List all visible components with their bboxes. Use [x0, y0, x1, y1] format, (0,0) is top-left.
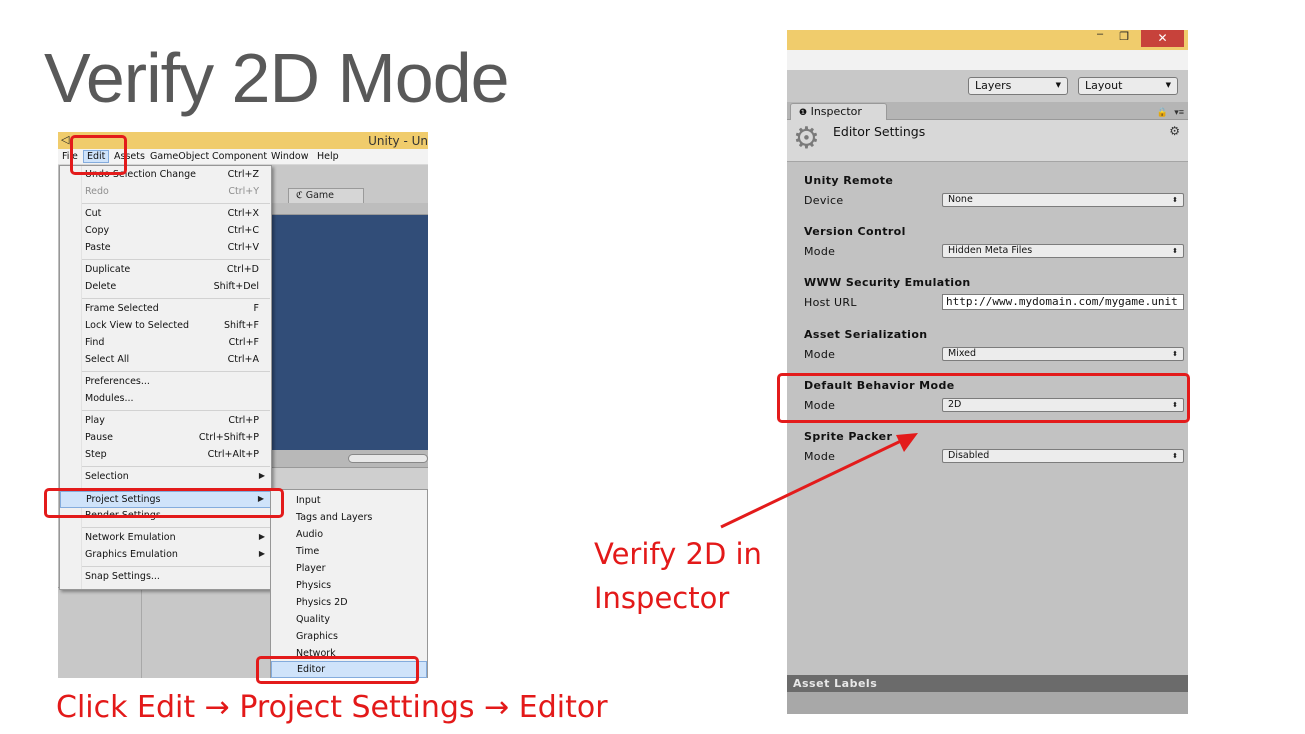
caption-right: Verify 2D in Inspector	[594, 537, 762, 615]
pointer-arrow	[720, 433, 918, 529]
